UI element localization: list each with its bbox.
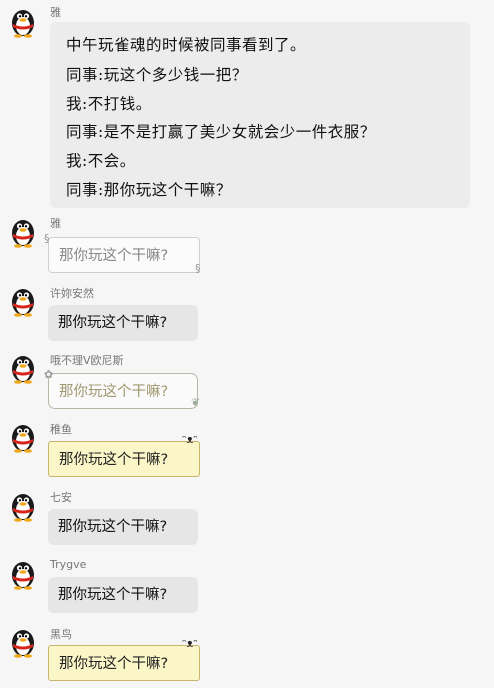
avatar[interactable] [8,214,38,248]
avatar[interactable] [8,350,38,384]
message-line: 同事:那你玩这个干嘛？ [66,181,232,199]
qq-penguin-icon [12,10,34,38]
message-line: 同事:是不是打赢了美少女就会少一件衣服？ [66,123,376,141]
message-bubble[interactable]: 那你玩这个干嘛? [48,509,198,545]
message-line: 我:不打钱。 [66,95,152,113]
message-line: 同事:玩这个多少钱一把？ [66,66,248,84]
message-line: 中午玩雀魂的时候被同事看到了。 [66,36,307,54]
sender-name: 稚鱼 [50,423,72,436]
sender-name: 黑鸟 [50,628,72,641]
cat-ears-icon: ᵔᴥᵔ [182,433,198,446]
qq-penguin-icon [12,630,34,658]
cat-ears-icon: ᵔᴥᵔ [182,637,198,650]
sender-name: 许妳安然 [50,287,94,300]
sender-name: 雅 [50,217,61,230]
qq-penguin-icon [12,289,34,317]
avatar[interactable] [8,283,38,317]
avatar[interactable] [8,488,38,522]
sender-name: 七安 [50,491,72,504]
message-bubble[interactable]: 那你玩这个干嘛? [48,645,200,681]
qq-penguin-icon [12,356,34,384]
avatar[interactable] [8,624,38,658]
message-bubble[interactable]: 那你玩这个干嘛? [48,237,200,273]
message-bubble[interactable]: 那你玩这个干嘛? [48,441,200,477]
message-bubble[interactable]: 那你玩这个干嘛? [48,577,198,613]
sender-name: 哦不理V欧尼斯 [50,354,124,367]
sender-name: 雅 [50,6,61,19]
message-bubble[interactable]: 那你玩这个干嘛? [48,305,198,341]
qq-penguin-icon [12,220,34,248]
message-bubble[interactable]: 那你玩这个干嘛? [48,373,198,409]
message-line: 我:不会。 [66,152,136,170]
flower-icon: ✿ [44,368,54,381]
avatar[interactable] [8,419,38,453]
qq-penguin-icon [12,562,34,590]
avatar[interactable] [8,4,38,38]
avatar[interactable] [8,556,38,590]
qq-penguin-icon [12,425,34,453]
scroll-curl-icon: § [44,232,50,245]
qq-penguin-icon [12,494,34,522]
sender-name: Trygve [50,558,87,571]
scroll-curl-icon: § [195,262,201,275]
leaf-icon: ❦ [191,396,201,409]
